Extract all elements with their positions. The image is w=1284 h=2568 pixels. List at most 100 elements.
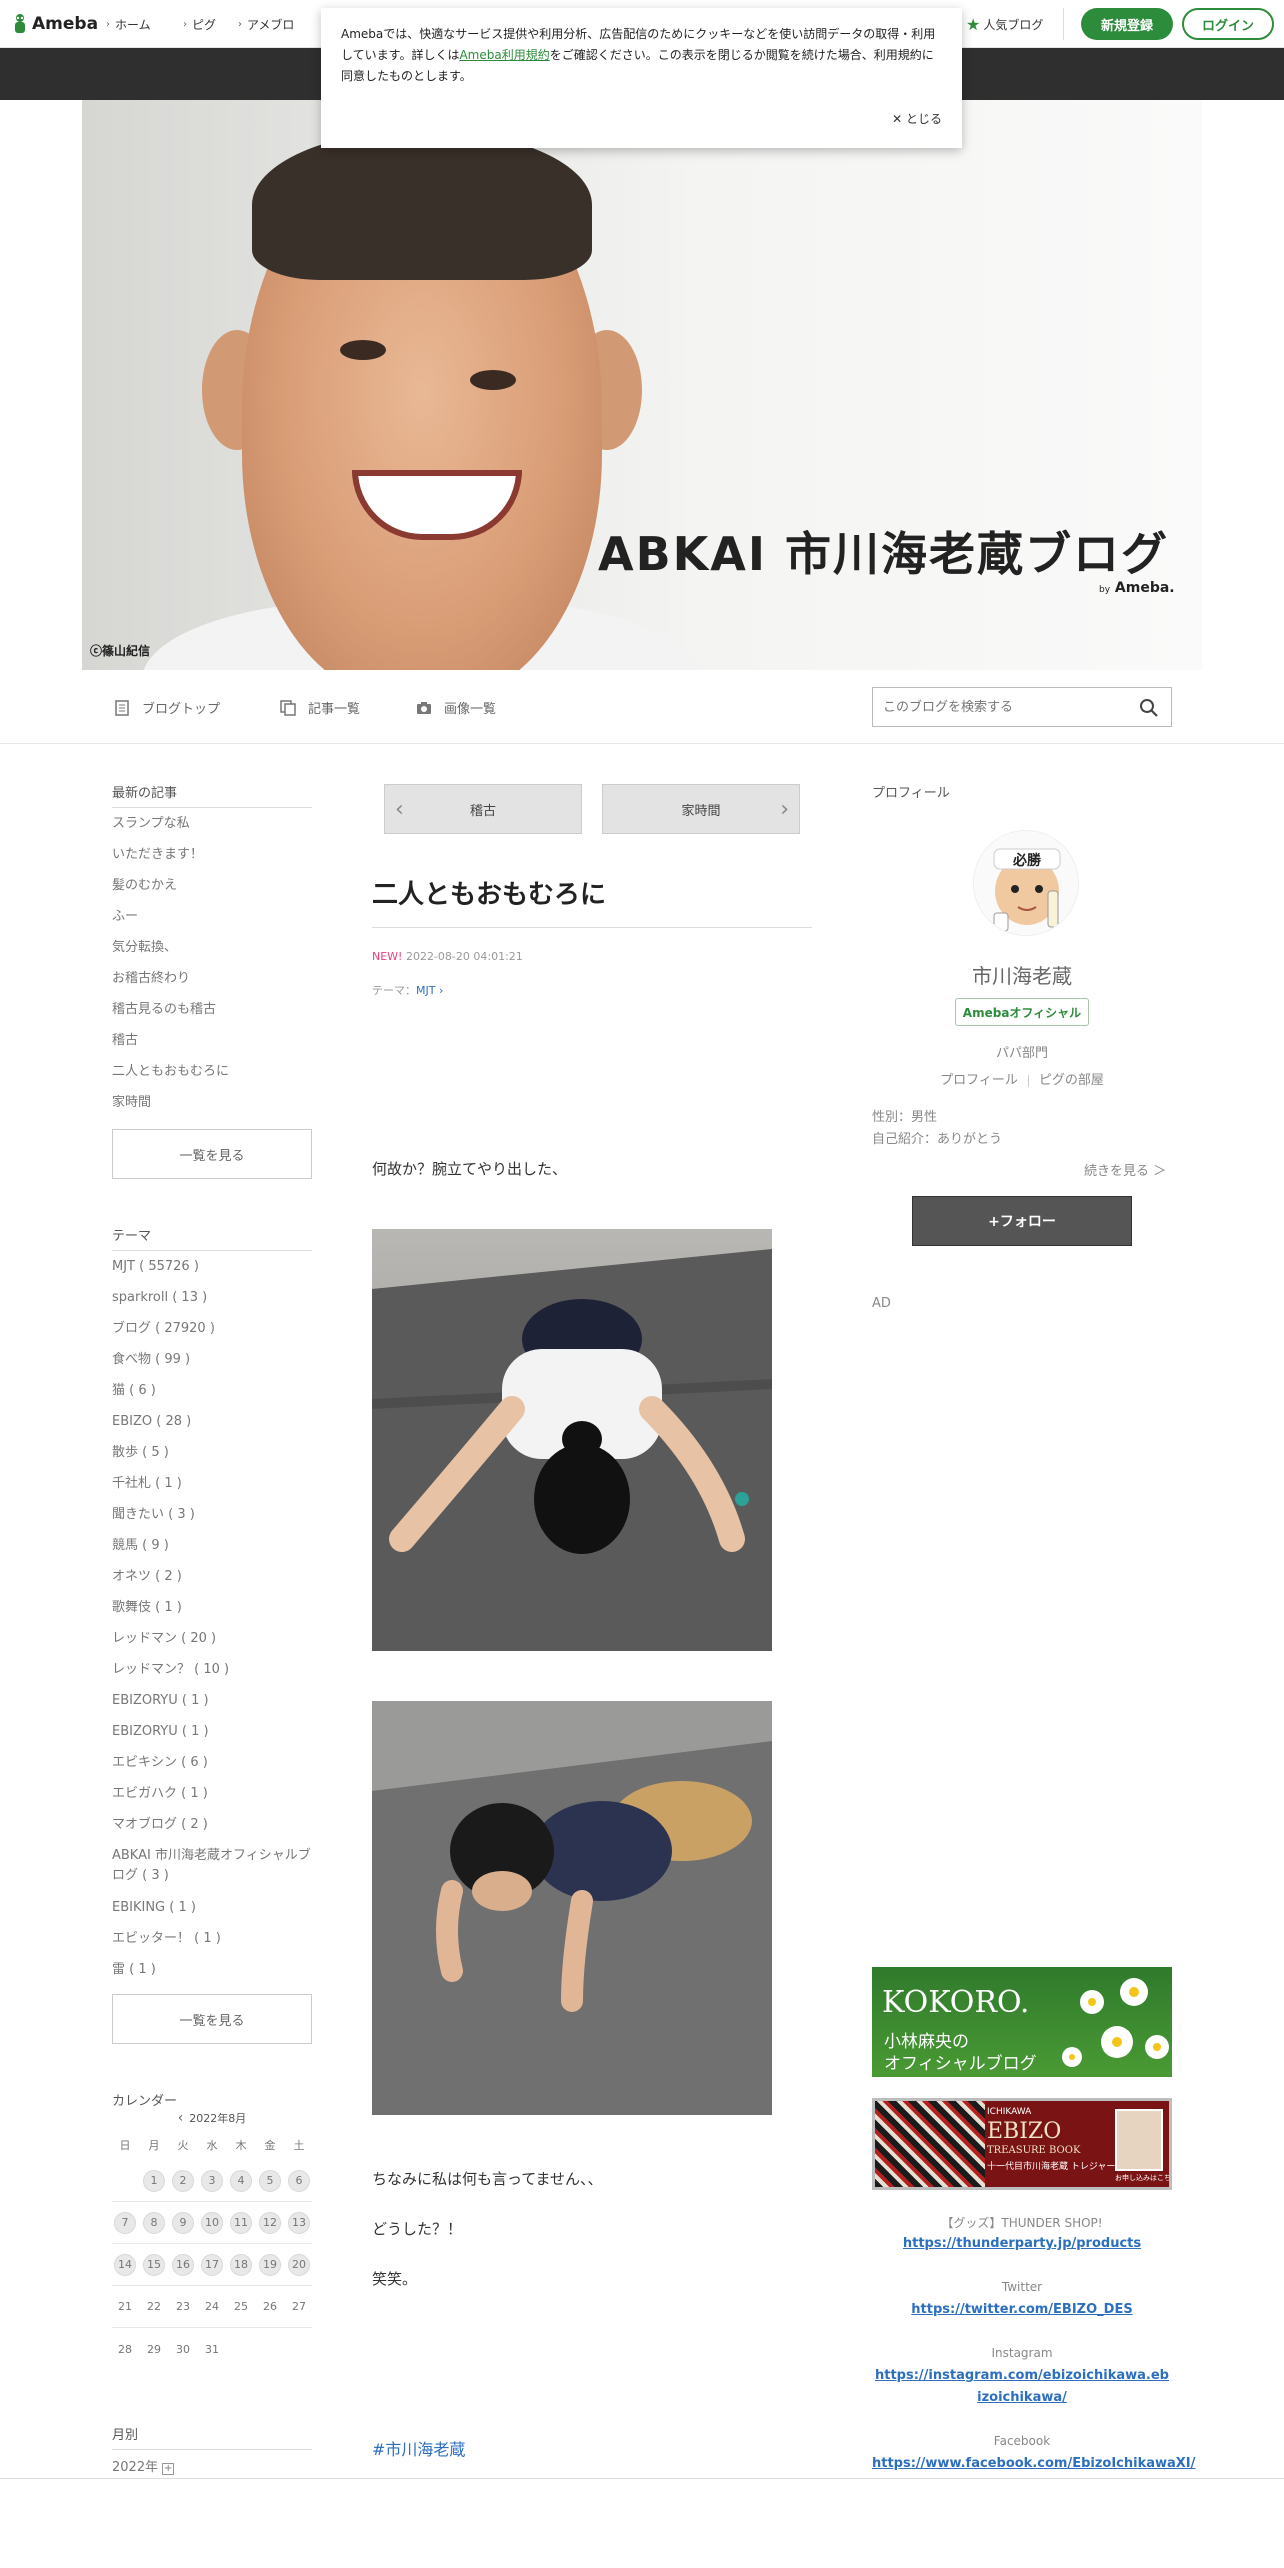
calendar-day[interactable]: 15 — [143, 2253, 165, 2276]
thunder-shop-link[interactable]: https://thunderparty.jp/products — [872, 2233, 1172, 2255]
facebook-link[interactable]: https://www.facebook.com/EbizoIchikawaXI… — [872, 2453, 1195, 2475]
profile-avatar[interactable]: 必勝 — [973, 830, 1079, 936]
next-article-button[interactable]: 家時間 › — [602, 784, 800, 834]
calendar-day[interactable]: 6 — [288, 2169, 310, 2192]
recent-item[interactable]: 稽古見るのも稽古 — [112, 1000, 312, 1031]
article-photo[interactable] — [372, 1229, 772, 1651]
recent-item[interactable]: お稽古終わり — [112, 969, 312, 1000]
nav-pigg[interactable]: › ピグ — [183, 16, 216, 33]
calendar-day[interactable]: 13 — [288, 2211, 310, 2234]
theme-item[interactable]: 千社札 ( 1 ) — [112, 1474, 312, 1505]
popular-blog-link[interactable]: ★ 人気ブログ — [966, 15, 1043, 34]
read-more-link[interactable]: 続きを見る ＞ — [1084, 1160, 1166, 1179]
calendar-day[interactable]: 18 — [230, 2253, 252, 2276]
blog-top-link[interactable]: ブログトップ — [114, 698, 220, 717]
profile-link[interactable]: プロフィール — [940, 1073, 1018, 1088]
prev-article-button[interactable]: ‹ 稽古 — [384, 784, 582, 834]
recent-see-all-button[interactable]: 一覧を見る — [112, 1129, 312, 1179]
theme-item[interactable]: ブログ ( 27920 ) — [112, 1319, 312, 1350]
theme-item[interactable]: オネツ ( 2 ) — [112, 1567, 312, 1598]
theme-item[interactable]: 競馬 ( 9 ) — [112, 1536, 312, 1567]
recent-item[interactable]: いただきます！ — [112, 845, 312, 876]
calendar-day[interactable]: 11 — [230, 2211, 252, 2234]
theme-item[interactable]: sparkroll ( 13 ) — [112, 1288, 312, 1319]
theme-item[interactable]: エビキシン ( 6 ) — [112, 1753, 312, 1784]
recent-item[interactable]: 二人ともおもむろに — [112, 1062, 312, 1093]
theme-item[interactable]: MJT ( 55726 ) — [112, 1257, 312, 1288]
calendar-day[interactable]: 2 — [172, 2169, 194, 2192]
signup-button[interactable]: 新規登録 — [1081, 8, 1173, 40]
calendar-day[interactable]: 17 — [201, 2253, 223, 2276]
nav-ameblo[interactable]: › アメブロ — [238, 16, 294, 33]
article-photo[interactable] — [372, 1701, 772, 2115]
theme-item[interactable]: ABKAI 市川海老蔵オフィシャルブログ ( 3 ) — [112, 1846, 312, 1898]
theme-item[interactable]: マオブログ ( 2 ) — [112, 1815, 312, 1846]
calendar-day[interactable]: 5 — [259, 2169, 281, 2192]
theme-item[interactable]: エビッター！ ( 1 ) — [112, 1929, 312, 1960]
instagram-link[interactable]: https://instagram.com/ebizoichikawa.ebiz… — [872, 2365, 1172, 2409]
theme-item[interactable]: EBIZORYU ( 1 ) — [112, 1691, 312, 1722]
hashtag-link[interactable]: #市川海老蔵 — [372, 2436, 465, 2460]
calendar-day[interactable]: 4 — [230, 2169, 252, 2192]
calendar-day[interactable]: 14 — [114, 2253, 136, 2276]
terms-link[interactable]: Ameba利用規約 — [459, 48, 549, 62]
theme-item[interactable]: 聞きたい ( 3 ) — [112, 1505, 312, 1536]
calendar-day[interactable]: 7 — [114, 2211, 136, 2234]
nav-pigg-label: ピグ — [192, 18, 217, 32]
monthly-year[interactable]: 2022年 + — [112, 2456, 175, 2475]
calendar-month: ‹ 2022年8月 — [112, 2110, 312, 2130]
ameba-logo[interactable]: Ameba — [12, 12, 98, 36]
calendar-day[interactable]: 9 — [172, 2211, 194, 2234]
follow-button[interactable]: +フォロー — [912, 1196, 1132, 1246]
theme-item[interactable]: 食べ物 ( 99 ) — [112, 1350, 312, 1381]
recent-item[interactable]: 稽古 — [112, 1031, 312, 1062]
theme-item[interactable]: EBIZORYU ( 1 ) — [112, 1722, 312, 1753]
theme-item[interactable]: エビガハク ( 1 ) — [112, 1784, 312, 1815]
theme-item[interactable]: 散歩 ( 5 ) — [112, 1443, 312, 1474]
kabuki-artwork — [875, 2101, 985, 2187]
theme-item[interactable]: EBIZO ( 28 ) — [112, 1412, 312, 1443]
recent-item[interactable]: 家時間 — [112, 1093, 312, 1124]
calendar-day[interactable]: 19 — [259, 2253, 281, 2276]
profile-category[interactable]: パパ部門 — [872, 1042, 1172, 1061]
cookie-close-button[interactable]: ✕ とじる — [892, 109, 942, 130]
ebizo-treasure-banner[interactable]: ICHIKAWA EBIZO TREASURE BOOK 十一代目市川海老蔵 ト… — [872, 2098, 1172, 2190]
calendar-day[interactable]: 8 — [143, 2211, 165, 2234]
weekday: 日 — [119, 2139, 131, 2152]
theme-item[interactable]: 雷 ( 1 ) — [112, 1960, 312, 1991]
calendar-day[interactable]: 20 — [288, 2253, 310, 2276]
recent-item[interactable]: 髪のむかえ — [112, 876, 312, 907]
image-list-link[interactable]: 画像一覧 — [416, 698, 496, 717]
theme-see-all-button[interactable]: 一覧を見る — [112, 1994, 312, 2044]
chevron-left-icon[interactable]: ‹ — [178, 2110, 184, 2126]
copy-icon — [280, 699, 296, 716]
recent-item[interactable]: ふー — [112, 907, 312, 938]
theme-item[interactable]: 猫 ( 6 ) — [112, 1381, 312, 1412]
search-input[interactable] — [873, 688, 1123, 726]
calendar-day[interactable]: 12 — [259, 2211, 281, 2234]
calendar-day[interactable]: 1 — [143, 2169, 165, 2192]
theme-item[interactable]: レッドマン ( 20 ) — [112, 1629, 312, 1660]
theme-item[interactable]: 歌舞伎 ( 1 ) — [112, 1598, 312, 1629]
theme-link[interactable]: MJT — [416, 984, 435, 997]
pig-room-link[interactable]: ピグの部屋 — [1039, 1073, 1104, 1088]
header-photo-eye — [470, 370, 516, 390]
login-button[interactable]: ログイン — [1182, 8, 1274, 40]
by-label: by — [1099, 585, 1111, 595]
recent-item[interactable]: 気分転換、 — [112, 938, 312, 969]
blog-title[interactable]: ABKAI 市川海老蔵ブログ — [598, 518, 1169, 584]
kokoro-banner[interactable]: KOKORO. 小林麻央の オフィシャルブログ — [872, 1967, 1172, 2077]
calendar-day[interactable]: 10 — [201, 2211, 223, 2234]
nav-home[interactable]: › ホーム — [106, 16, 151, 33]
search-icon[interactable] — [1139, 698, 1159, 718]
theme-item[interactable]: レッドマン？ ( 10 ) — [112, 1660, 312, 1691]
expand-icon[interactable]: + — [162, 2463, 175, 2475]
calendar-day[interactable]: 16 — [172, 2253, 194, 2276]
profile-name[interactable]: 市川海老蔵 — [872, 960, 1172, 989]
twitter-link[interactable]: https://twitter.com/EBIZO_DES — [872, 2299, 1172, 2321]
article-list-link[interactable]: 記事一覧 — [280, 698, 360, 717]
calendar-day[interactable]: 3 — [201, 2169, 223, 2192]
recent-item[interactable]: スランプな私 — [112, 814, 312, 845]
theme-item[interactable]: EBIKING ( 1 ) — [112, 1898, 312, 1929]
blog-top-label: ブログトップ — [142, 702, 221, 717]
